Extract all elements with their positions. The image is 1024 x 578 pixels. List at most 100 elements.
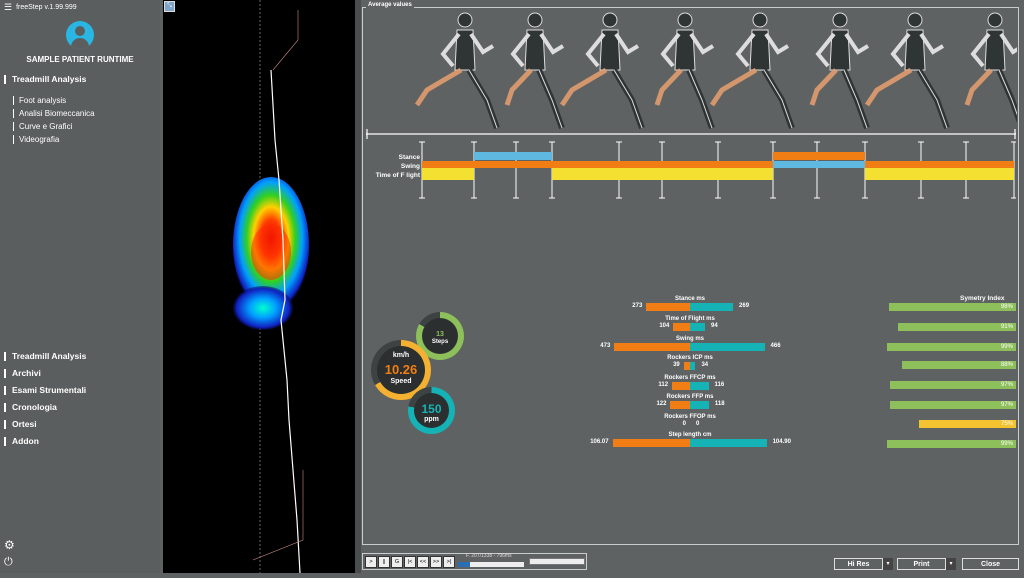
swing-bar-3 — [552, 161, 773, 168]
metric-right-bar — [690, 439, 767, 447]
app-title: freeStep v.1.99.999 — [16, 3, 77, 11]
frame-label: F. 207/1338 - 796ms — [466, 553, 512, 559]
swing-bar-2 — [474, 161, 552, 168]
metric-left-value: 106.07 — [590, 439, 609, 445]
runner-figure — [654, 12, 715, 130]
metric-right-value: 34 — [701, 362, 709, 368]
metric-right-value: 94 — [711, 323, 718, 329]
sidebar-item-ortesi[interactable]: Ortesi — [4, 419, 37, 430]
sidebar-item-cronologia[interactable]: Cronologia — [4, 402, 57, 413]
power-icon[interactable]: ⏻ — [4, 556, 13, 569]
metric-left-value: 273 — [632, 303, 643, 309]
metric-label: Stance ms — [674, 296, 705, 302]
print-dropdown-icon[interactable]: ▾ — [946, 558, 956, 570]
hamburger-icon[interactable]: ☰ — [4, 2, 12, 12]
metric-left-bar — [612, 439, 690, 447]
metric-left-value: 112 — [658, 382, 669, 388]
symmetry-bar: 75% — [918, 420, 1016, 428]
sidebar-item-treadmill[interactable]: Treadmill Analysis — [4, 351, 86, 362]
symmetry-bar: 99% — [887, 440, 1016, 448]
sidebar-item-esami[interactable]: Esami Strumentali — [4, 385, 86, 396]
metric-right-bar — [690, 401, 709, 409]
title-bar: ☰ freeStep v.1.99.999 — [0, 0, 160, 14]
sidebar-subitem-analisi-biomeccanica[interactable]: Analisi Biomeccanica — [13, 109, 95, 119]
metric-right-value: 104.90 — [772, 439, 791, 445]
playback-slider[interactable] — [529, 558, 585, 565]
steps-value: 13 — [436, 331, 444, 338]
metric-right-bar — [690, 323, 706, 331]
metric-left-value: 0 — [682, 421, 686, 427]
playback-button[interactable]: || — [378, 556, 390, 568]
user-avatar-icon[interactable] — [66, 21, 94, 49]
symmetry-bar: 97% — [889, 381, 1016, 389]
pressure-heatmap — [233, 0, 309, 574]
stance-bar-2 — [773, 152, 865, 160]
metric-left-bar — [670, 401, 690, 409]
metric-label: Swing ms — [675, 336, 704, 342]
metric-label: Time of Flight ms — [665, 316, 715, 322]
sidebar-item-addon[interactable]: Addon — [4, 436, 39, 447]
runner-figure — [809, 12, 870, 130]
playback-button[interactable]: G — [391, 556, 403, 568]
symmetry-bar: 98% — [888, 303, 1016, 311]
metric-right-value: 466 — [770, 343, 781, 349]
metric-right-bar — [690, 362, 696, 370]
sidebar-subitem-foot-analysis[interactable]: Foot analysis — [13, 96, 66, 106]
metric-label: Rockers FFP ms — [666, 394, 714, 400]
sidebar-item-treadmill-analysis[interactable]: Treadmill Analysis — [4, 74, 86, 85]
metric-label: Rockers FFOP ms — [664, 414, 716, 420]
print-button[interactable]: Print — [897, 558, 946, 570]
swing-bar-5 — [865, 161, 1014, 168]
sidebar-item-archivi[interactable]: Archivi — [4, 368, 41, 379]
swing-bar-4 — [773, 161, 865, 168]
tool-icon[interactable]: ⤡ — [164, 1, 175, 12]
pressure-map-panel: ⤡ — [163, 0, 355, 574]
playback-button[interactable]: > — [365, 556, 377, 568]
metric-right-bar — [690, 382, 709, 390]
average-values-title: Average values — [366, 2, 414, 8]
metric-left-value: 39 — [673, 362, 680, 368]
metric-left-value: 122 — [656, 401, 667, 407]
playback-button[interactable]: >> — [430, 556, 442, 568]
metric-right-value: 269 — [739, 303, 750, 309]
gait-phase-timeline — [366, 129, 1016, 199]
speed-unit: km/h — [392, 352, 410, 359]
playback-button[interactable]: |< — [404, 556, 416, 568]
hires-button[interactable]: Hi Res — [834, 558, 883, 570]
symmetry-bar: 91% — [897, 323, 1016, 331]
runner-figure — [964, 12, 1017, 123]
symmetry-title: Symetry Index — [960, 295, 1005, 302]
sidebar: ☰ freeStep v.1.99.999 SAMPLE PATIENT RUN… — [0, 0, 160, 573]
metric-label: Rockers FFCP ms — [664, 375, 716, 381]
playback-progress[interactable] — [458, 562, 524, 567]
speed-value: 10.26 — [384, 362, 418, 377]
playback-button[interactable]: >| — [443, 556, 455, 568]
playback-button[interactable]: << — [417, 556, 429, 568]
panel-divider[interactable] — [355, 0, 361, 573]
metric-right-bar — [690, 343, 765, 351]
metric-left-bar — [673, 323, 690, 331]
flight-bar-3 — [865, 168, 1014, 180]
metric-left-value: 473 — [600, 343, 611, 349]
sidebar-subitem-curve-grafici[interactable]: Curve e Grafici — [13, 122, 72, 132]
metric-left-bar — [672, 382, 690, 390]
flight-bar-1 — [422, 168, 474, 180]
metric-left-bar — [646, 303, 690, 311]
patient-name: SAMPLE PATIENT RUNTIME — [26, 55, 134, 64]
runner-figure — [864, 12, 950, 130]
gear-icon[interactable]: ⚙ — [4, 538, 15, 552]
close-button[interactable]: Close — [962, 558, 1019, 570]
swing-bar-1 — [422, 161, 474, 168]
metric-left-value: 104 — [659, 323, 670, 329]
runner-figure — [559, 12, 645, 130]
speed-label: Speed — [390, 378, 412, 385]
metric-right-value: 116 — [714, 382, 725, 388]
metric-right-value: 0 — [696, 421, 700, 427]
metric-label: Rockers ICP ms — [667, 355, 713, 361]
hires-dropdown-icon[interactable]: ▾ — [883, 558, 893, 570]
sidebar-subitem-videografia[interactable]: Videografia — [13, 135, 59, 145]
gait-figures — [414, 12, 1017, 130]
gait-label-flight: Time of F light — [375, 172, 420, 179]
gait-label-stance: Stance — [398, 154, 420, 161]
steps-label: Steps — [431, 339, 449, 345]
